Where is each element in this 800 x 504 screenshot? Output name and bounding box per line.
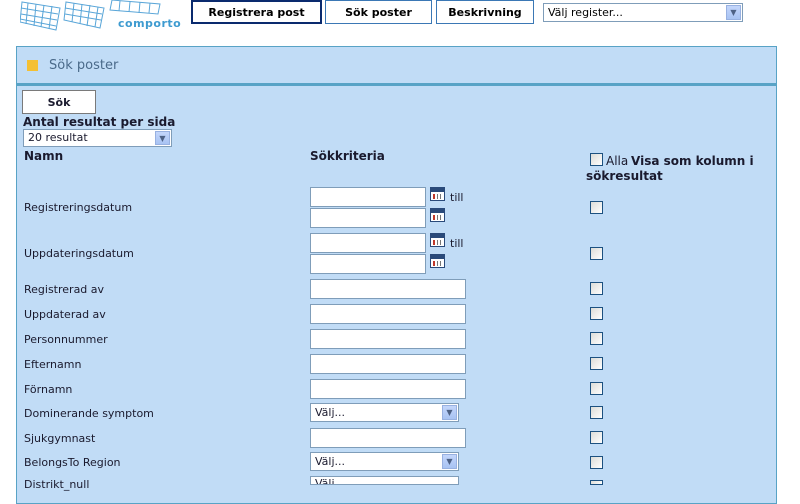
column-header-criteria: Sökkriteria	[310, 149, 385, 163]
row-label-fornamn: Förnamn	[24, 383, 73, 396]
show-column-checkbox[interactable]	[590, 247, 603, 260]
uppdaterad-av-input[interactable]	[310, 304, 466, 324]
panel-title-bar: Sök poster	[16, 46, 777, 84]
show-column-checkbox[interactable]	[590, 201, 603, 214]
show-as-column-header-cont: sökresultat	[586, 169, 663, 183]
efternamn-input[interactable]	[310, 354, 466, 374]
search-button[interactable]: Sök	[22, 90, 96, 114]
beskrivning-button[interactable]: Beskrivning	[436, 0, 534, 24]
title-square-icon	[27, 60, 38, 71]
show-column-checkbox[interactable]	[590, 456, 603, 469]
sjukgymnast-input[interactable]	[310, 428, 466, 448]
show-column-checkbox[interactable]	[590, 406, 603, 419]
show-column-checkbox[interactable]	[590, 357, 603, 370]
select-all-label: Alla	[606, 154, 629, 168]
logo-text: comporto	[118, 17, 182, 30]
register-select-value: Välj register...	[548, 6, 623, 19]
select-all-checkbox[interactable]	[590, 153, 603, 166]
calendar-icon[interactable]	[430, 233, 445, 247]
per-page-select[interactable]: 20 resultat ▼	[23, 129, 172, 147]
belongsto-region-select[interactable]: Välj... ▼	[310, 452, 459, 471]
comporto-logo[interactable]: comporto	[19, 0, 181, 34]
show-column-checkbox[interactable]	[590, 382, 603, 395]
register-select[interactable]: Välj register... ▼	[543, 3, 743, 22]
show-column-checkbox[interactable]	[590, 307, 603, 320]
row-label-efternamn: Efternamn	[24, 358, 82, 371]
distrikt-select[interactable]: Välj...	[310, 476, 459, 485]
personnummer-input[interactable]	[310, 329, 466, 349]
page-title: Sök poster	[49, 58, 119, 73]
sok-poster-button[interactable]: Sök poster	[325, 0, 432, 24]
uppdateringsdatum-to-input[interactable]	[310, 254, 426, 274]
row-label-personnummer: Personnummer	[24, 333, 108, 346]
row-label-uppdaterad-av: Uppdaterad av	[24, 308, 106, 321]
show-as-column-header: Visa som kolumn i	[631, 154, 754, 168]
registrera-post-button[interactable]: Registrera post	[191, 0, 322, 24]
dominerande-symptom-select[interactable]: Välj... ▼	[310, 403, 459, 422]
till-label: till	[450, 237, 464, 250]
chevron-down-icon: ▼	[442, 405, 457, 420]
fornamn-input[interactable]	[310, 379, 466, 399]
registreringsdatum-to-input[interactable]	[310, 208, 426, 228]
uppdateringsdatum-from-input[interactable]	[310, 233, 426, 253]
show-column-checkbox[interactable]	[590, 282, 603, 295]
row-label-dominerande-symptom: Dominerande symptom	[24, 407, 154, 420]
show-column-checkbox[interactable]	[590, 431, 603, 444]
till-label: till	[450, 191, 464, 204]
registreringsdatum-from-input[interactable]	[310, 187, 426, 207]
row-label-uppdateringsdatum: Uppdateringsdatum	[24, 247, 134, 260]
per-page-label: Antal resultat per sida	[23, 115, 176, 129]
chevron-down-icon: ▼	[726, 5, 741, 20]
registrerad-av-input[interactable]	[310, 279, 466, 299]
calendar-icon[interactable]	[430, 187, 445, 201]
select-value: Välj...	[315, 406, 346, 419]
per-page-value: 20 resultat	[28, 131, 88, 144]
calendar-icon[interactable]	[430, 254, 445, 268]
chevron-down-icon: ▼	[442, 454, 457, 469]
select-value: Välj...	[315, 477, 346, 485]
calendar-icon[interactable]	[430, 208, 445, 222]
column-header-name: Namn	[24, 149, 64, 163]
row-label-belongsto-region: BelongsTo Region	[24, 456, 121, 469]
chevron-down-icon: ▼	[155, 131, 170, 145]
show-column-checkbox[interactable]	[590, 480, 603, 485]
row-label-registrerad-av: Registrerad av	[24, 283, 105, 296]
show-column-checkbox[interactable]	[590, 332, 603, 345]
header: comporto Registrera post Sök poster Besk…	[0, 0, 800, 40]
select-value: Välj...	[315, 455, 346, 468]
row-label-sjukgymnast: Sjukgymnast	[24, 432, 96, 445]
row-label-registreringsdatum: Registreringsdatum	[24, 201, 133, 214]
